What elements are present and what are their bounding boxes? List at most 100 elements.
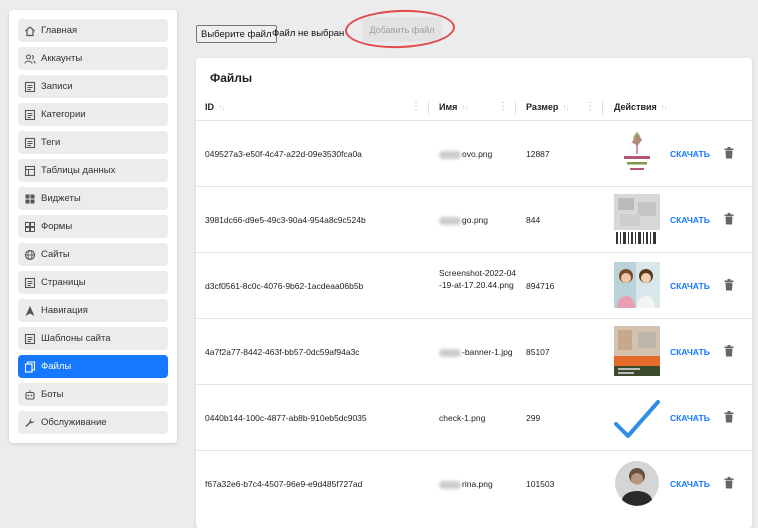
files-panel: Файлы ID ↑↓ ⋮ Имя ↑↓ ⋮ Размер ↑↓ ⋮ Действия… — [196, 58, 752, 528]
file-name-cell: ovo.png — [439, 149, 492, 159]
file-name-cell: go.png — [439, 215, 488, 225]
file-name: -banner-1.jpg — [462, 347, 513, 357]
sidebar-item-label: Навигация — [41, 305, 88, 316]
column-header-actions[interactable]: Действия ↑↓ — [614, 102, 668, 112]
file-id: 0440b144-100c-4877-ab8b-910eb5dc9035 — [205, 413, 367, 423]
sidebar-item-navigation[interactable]: Навигация — [18, 299, 168, 322]
sidebar-item-bots[interactable]: Боты — [18, 383, 168, 406]
file-name: go.png — [462, 215, 488, 225]
file-thumbnail — [614, 458, 660, 508]
sidebar-item-label: Обслуживание — [41, 417, 107, 428]
sort-icon: ↑↓ — [562, 102, 569, 112]
download-button[interactable]: СКАЧАТЬ — [670, 215, 710, 225]
sidebar-item-categories[interactable]: Категории — [18, 103, 168, 126]
column-header-id[interactable]: ID ↑↓ — [205, 102, 225, 112]
sidebar-item-label: Главная — [41, 25, 78, 36]
sidebar-item-widgets[interactable]: Виджеты — [18, 187, 168, 210]
column-header-name[interactable]: Имя ↑↓ — [439, 102, 468, 112]
document-icon — [24, 277, 36, 289]
redacted-text — [439, 348, 461, 357]
sidebar-item-accounts[interactable]: Аккаунты — [18, 47, 168, 70]
download-button[interactable]: СКАЧАТЬ — [670, 281, 710, 291]
file-size: 85107 — [526, 347, 550, 357]
file-id: d3cf0561-8c0c-4076-9b62-1acdeaa06b5b — [205, 281, 364, 291]
sidebar-item-forms[interactable]: Формы — [18, 215, 168, 238]
navigation-icon — [24, 305, 36, 317]
sidebar-item-tags[interactable]: Теги — [18, 131, 168, 154]
column-label: Действия — [614, 102, 657, 112]
file-thumbnail — [614, 194, 660, 244]
sidebar-item-label: Таблицы данных — [41, 165, 116, 176]
download-button[interactable]: СКАЧАТЬ — [670, 347, 710, 357]
file-thumbnail — [614, 262, 660, 312]
column-menu-icon[interactable]: ⋮ — [411, 102, 421, 112]
redacted-text — [439, 150, 461, 159]
sidebar-item-pages[interactable]: Страницы — [18, 271, 168, 294]
file-name: ovo.png — [462, 149, 493, 159]
trash-icon[interactable] — [724, 213, 734, 225]
file-name-cell: rina.png — [439, 479, 493, 489]
trash-icon[interactable] — [724, 411, 734, 423]
trash-icon[interactable] — [724, 345, 734, 357]
choose-file-button[interactable]: Выберите файл — [196, 25, 277, 43]
sidebar-item-label: Сайты — [41, 249, 70, 260]
column-divider — [515, 101, 516, 115]
forms-icon — [24, 221, 36, 233]
sidebar-item-label: Формы — [41, 221, 73, 232]
sidebar-item-label: Файлы — [41, 361, 72, 372]
row-divider — [196, 252, 752, 253]
trash-icon[interactable] — [724, 279, 734, 291]
file-thumbnail — [614, 128, 660, 178]
column-divider — [428, 101, 429, 115]
file-size: 299 — [526, 413, 541, 423]
sidebar-item-label: Категории — [41, 109, 86, 120]
sort-icon: ↑↓ — [461, 102, 468, 112]
file-id: f67a32e6-b7c4-4507-96e9-e9d485f727ad — [205, 479, 363, 489]
sidebar-item-label: Аккаунты — [41, 53, 83, 64]
document-icon — [24, 137, 36, 149]
sidebar-item-label: Записи — [41, 81, 73, 92]
sidebar-item-home[interactable]: Главная — [18, 19, 168, 42]
sidebar-item-data-tables[interactable]: Таблицы данных — [18, 159, 168, 182]
header-divider — [196, 120, 752, 121]
bot-icon — [24, 389, 36, 401]
download-button[interactable]: СКАЧАТЬ — [670, 413, 710, 423]
redacted-text — [439, 480, 461, 489]
sort-icon: ↑↓ — [218, 102, 225, 112]
sidebar-item-sites[interactable]: Сайты — [18, 243, 168, 266]
users-icon — [24, 53, 36, 65]
column-label: Имя — [439, 102, 458, 112]
download-button[interactable]: СКАЧАТЬ — [670, 479, 710, 489]
document-icon — [24, 333, 36, 345]
column-header-size[interactable]: Размер ↑↓ — [526, 102, 569, 112]
file-id: 3981dc66-d9e5-49c3-90a4-954a8c9c524b — [205, 215, 366, 225]
globe-icon — [24, 249, 36, 261]
file-name: rina.png — [462, 479, 493, 489]
sidebar-item-posts[interactable]: Записи — [18, 75, 168, 98]
sidebar-item-label: Теги — [41, 137, 61, 148]
sidebar-item-site-templates[interactable]: Шаблоны сайта — [18, 327, 168, 350]
trash-icon[interactable] — [724, 147, 734, 159]
table-icon — [24, 165, 36, 177]
file-id: 049527a3-e50f-4c47-a22d-09e3530fca0a — [205, 149, 362, 159]
redacted-text — [439, 216, 461, 225]
column-menu-icon[interactable]: ⋮ — [498, 102, 508, 112]
trash-icon[interactable] — [724, 477, 734, 489]
file-name: check-1.png — [439, 413, 486, 423]
row-divider — [196, 384, 752, 385]
sidebar: Главная Аккаунты Записи Категории Теги Т… — [9, 10, 177, 443]
column-menu-icon[interactable]: ⋮ — [585, 102, 595, 112]
file-name-cell: -banner-1.jpg — [439, 347, 513, 357]
column-label: Размер — [526, 102, 559, 112]
sort-icon: ↑↓ — [660, 102, 668, 112]
wrench-icon — [24, 417, 36, 429]
files-icon — [24, 360, 36, 373]
sidebar-item-label: Страницы — [41, 277, 86, 288]
row-divider — [196, 186, 752, 187]
sidebar-item-label: Шаблоны сайта — [41, 333, 111, 344]
download-button[interactable]: СКАЧАТЬ — [670, 149, 710, 159]
file-size: 101503 — [526, 479, 555, 489]
column-divider — [602, 101, 603, 115]
sidebar-item-maintenance[interactable]: Обслуживание — [18, 411, 168, 434]
sidebar-item-files[interactable]: Файлы — [18, 355, 168, 378]
